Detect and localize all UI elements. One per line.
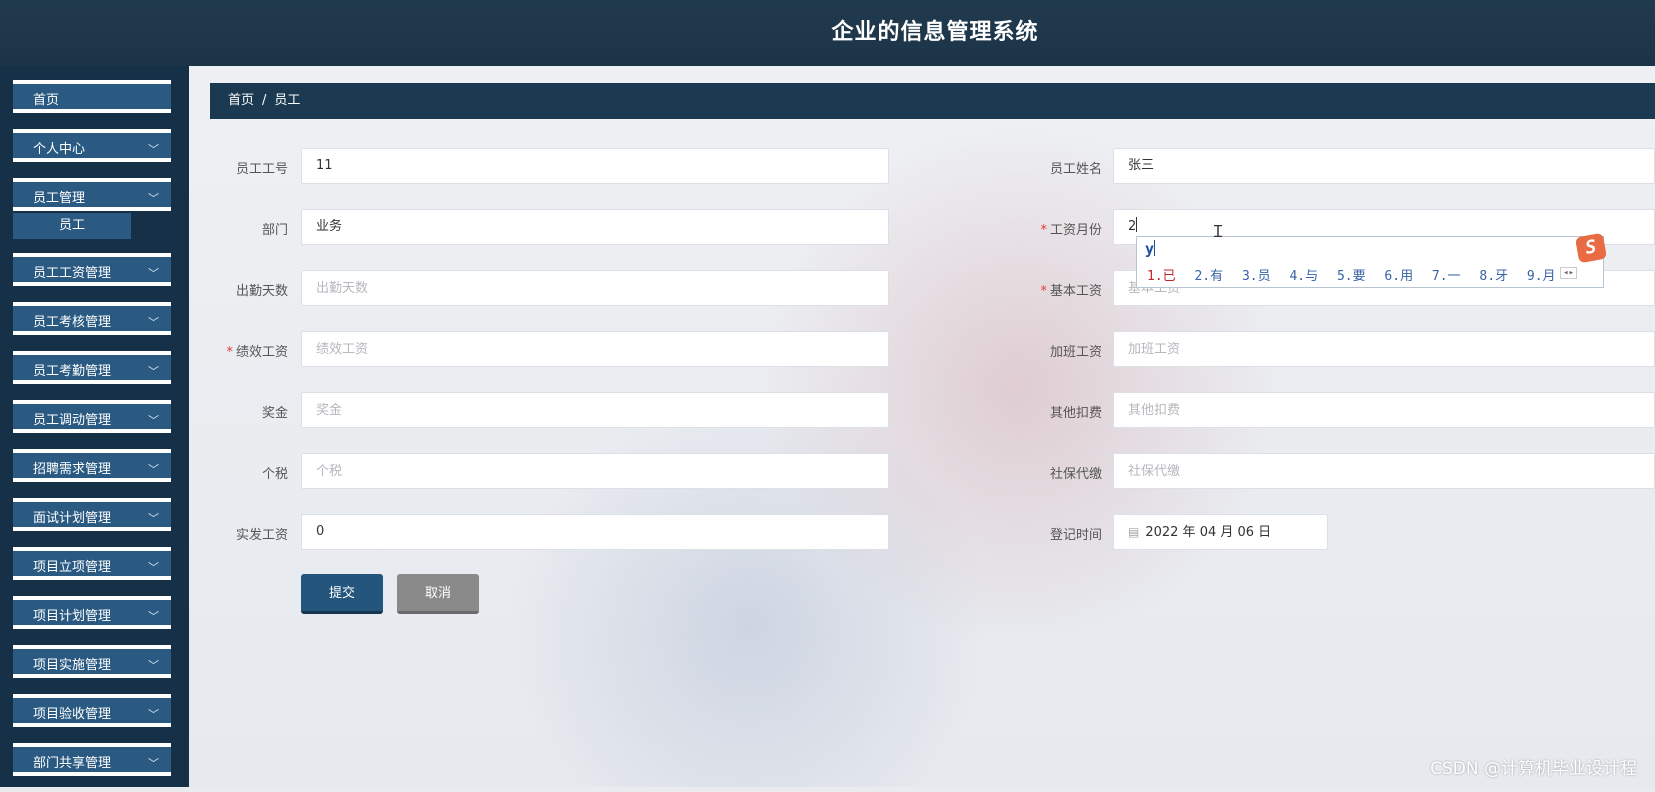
sidebar-item-project-implementation[interactable]: 项目实施管理 ﹀ — [13, 645, 171, 678]
net-salary-input[interactable]: 0 — [301, 514, 889, 550]
employee-no-label: 员工工号 — [235, 162, 288, 177]
chevron-down-icon: ﹀ — [148, 610, 159, 623]
sidebar-menu: 首页 个人中心 ﹀ 员工管理 ﹀ 员工 员工工资管理 ﹀ 员工考核管理 ﹀ 员工考勤管理… — [13, 80, 171, 792]
ime-candidate[interactable]: 9.月 — [1527, 269, 1556, 284]
sidebar-item-label: 招聘需求管理 — [33, 462, 112, 477]
sidebar-item-label: 首页 — [33, 93, 60, 108]
ime-page-arrows-icon[interactable]: ◂▸ — [1560, 267, 1577, 279]
income-tax-label: 个税 — [261, 467, 288, 482]
overtime-salary-input[interactable] — [1113, 331, 1655, 367]
sidebar-item-personal-center[interactable]: 个人中心 ﹀ — [13, 129, 171, 162]
employee-name-label: 员工姓名 — [1049, 162, 1102, 177]
sidebar-item-label: 员工考核管理 — [33, 315, 112, 330]
chevron-down-icon: ﹀ — [148, 463, 159, 476]
ime-logo-icon: S — [1574, 232, 1608, 264]
breadcrumb-home[interactable]: 首页 — [228, 93, 254, 108]
sidebar: 首页 个人中心 ﹀ 员工管理 ﹀ 员工 员工工资管理 ﹀ 员工考核管理 ﹀ 员工考勤管理… — [0, 66, 189, 787]
other-deductions-input[interactable] — [1113, 392, 1655, 428]
sidebar-item-label: 项目计划管理 — [33, 609, 112, 624]
breadcrumb: 首页 / 员工 — [210, 83, 1655, 119]
chevron-down-icon: ﹀ — [148, 192, 159, 205]
ime-candidate[interactable]: 5.要 — [1337, 269, 1366, 284]
submit-button[interactable]: 提交 — [301, 574, 383, 614]
ime-candidate[interactable]: 6.用 — [1384, 269, 1413, 284]
sidebar-item-assessment-management[interactable]: 员工考核管理 ﹀ — [13, 302, 171, 335]
performance-salary-label: * 绩效工资 — [226, 345, 288, 360]
ime-candidate[interactable]: 1.已 — [1147, 269, 1176, 284]
sidebar-item-project-acceptance[interactable]: 项目验收管理 ﹀ — [13, 694, 171, 727]
chevron-down-icon: ﹀ — [148, 561, 159, 574]
top-header: 企业的信息管理系统 — [0, 0, 1655, 66]
ime-composition: y — [1145, 240, 1156, 258]
calendar-icon: ▤ — [1128, 525, 1140, 539]
sidebar-item-recruitment-management[interactable]: 招聘需求管理 ﹀ — [13, 449, 171, 482]
breadcrumb-current: 员工 — [274, 93, 301, 108]
breadcrumb-separator: / — [262, 93, 267, 108]
bonus-label: 奖金 — [261, 406, 288, 421]
text-cursor-icon: Ｉ — [1210, 222, 1227, 241]
department-label: 部门 — [261, 223, 288, 238]
sidebar-item-project-initiation[interactable]: 项目立项管理 ﹀ — [13, 547, 171, 580]
ime-candidate[interactable]: 4.与 — [1289, 269, 1318, 284]
sidebar-item-label: 员工管理 — [33, 191, 86, 206]
sidebar-item-home[interactable]: 首页 — [13, 80, 171, 113]
sidebar-item-label: 部门共享管理 — [33, 756, 112, 771]
chevron-down-icon: ﹀ — [148, 512, 159, 525]
register-time-value: 2022 年 04 月 06 日 — [1145, 525, 1272, 540]
chevron-down-icon: ﹀ — [148, 757, 159, 770]
chevron-down-icon: ﹀ — [148, 414, 159, 427]
watermark: CSDN @计算机毕业设计程 — [1430, 759, 1637, 779]
sidebar-item-label: 员工考勤管理 — [33, 364, 112, 379]
social-insurance-label: 社保代缴 — [1049, 467, 1102, 482]
ime-candidate[interactable]: 2.有 — [1194, 269, 1223, 284]
attendance-days-input[interactable] — [301, 270, 889, 306]
sidebar-item-label: 员工调动管理 — [33, 413, 112, 428]
ime-candidate[interactable]: 8.牙 — [1479, 269, 1508, 284]
base-salary-label: * 基本工资 — [1040, 284, 1102, 299]
bonus-input[interactable] — [301, 392, 889, 428]
sidebar-item-department-sharing[interactable]: 部门共享管理 ﹀ — [13, 743, 171, 776]
sidebar-item-label: 项目验收管理 — [33, 707, 112, 722]
sidebar-item-label: 项目实施管理 — [33, 658, 112, 673]
net-salary-label: 实发工资 — [235, 528, 288, 543]
social-insurance-input[interactable] — [1113, 453, 1655, 489]
sidebar-item-label: 面试计划管理 — [33, 511, 112, 526]
chevron-down-icon: ﹀ — [148, 659, 159, 672]
overtime-salary-label: 加班工资 — [1049, 345, 1102, 360]
sidebar-item-project-plan[interactable]: 项目计划管理 ﹀ — [13, 596, 171, 629]
chevron-down-icon: ﹀ — [148, 708, 159, 721]
ime-candidate-list: 1.已 2.有 3.员 4.与 5.要 6.用 7.一 8.牙 9.月 — [1147, 265, 1567, 284]
required-marker: * — [226, 345, 233, 360]
employee-no-input[interactable]: 11 — [301, 148, 889, 184]
register-time-picker[interactable]: ▤ 2022 年 04 月 06 日 — [1113, 514, 1328, 550]
sidebar-item-employee-management[interactable]: 员工管理 ﹀ — [13, 178, 171, 211]
sidebar-item-salary-management[interactable]: 员工工资管理 ﹀ — [13, 253, 171, 286]
required-marker: * — [1040, 223, 1047, 238]
cancel-button[interactable]: 取消 — [397, 574, 479, 614]
sidebar-item-label: 个人中心 — [33, 142, 86, 157]
salary-month-label: * 工资月份 — [1040, 223, 1102, 238]
sidebar-item-attendance-management[interactable]: 员工考勤管理 ﹀ — [13, 351, 171, 384]
register-time-label: 登记时间 — [1049, 528, 1102, 543]
required-marker: * — [1040, 284, 1047, 299]
sidebar-item-transfer-management[interactable]: 员工调动管理 ﹀ — [13, 400, 171, 433]
ime-candidate-popup: y 1.已 2.有 3.员 4.与 5.要 6.用 7.一 8.牙 9.月 ◂▸… — [1136, 232, 1608, 288]
chevron-down-icon: ﹀ — [148, 316, 159, 329]
chevron-down-icon: ﹀ — [148, 267, 159, 280]
chevron-down-icon: ﹀ — [148, 365, 159, 378]
sidebar-item-interview-management[interactable]: 面试计划管理 ﹀ — [13, 498, 171, 531]
sidebar-subitem-employee[interactable]: 员工 — [13, 213, 131, 239]
income-tax-input[interactable] — [301, 453, 889, 489]
ime-candidate[interactable]: 3.员 — [1242, 269, 1271, 284]
performance-salary-input[interactable] — [301, 331, 889, 367]
chevron-down-icon: ﹀ — [148, 143, 159, 156]
ime-candidate[interactable]: 7.一 — [1432, 269, 1461, 284]
attendance-days-label: 出勤天数 — [235, 284, 288, 299]
other-deductions-label: 其他扣费 — [1049, 406, 1102, 421]
employee-name-input[interactable]: 张三 — [1113, 148, 1655, 184]
sidebar-item-label: 员工工资管理 — [33, 266, 112, 281]
department-input[interactable]: 业务 — [301, 209, 889, 245]
app-title: 企业的信息管理系统 — [831, 20, 1039, 45]
sidebar-item-label: 项目立项管理 — [33, 560, 112, 575]
